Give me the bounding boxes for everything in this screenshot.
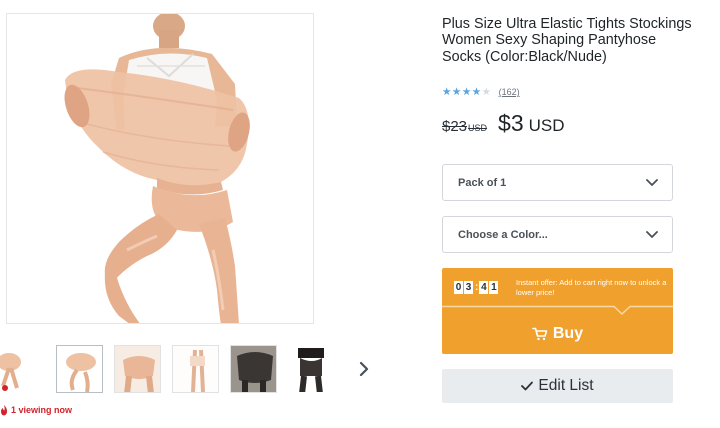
current-price-currency: USD	[528, 116, 565, 135]
thumbnail-6[interactable]	[287, 345, 334, 393]
timer-digit: 0	[454, 281, 463, 294]
current-price: $3	[498, 110, 524, 136]
pack-select[interactable]: Pack of 1	[442, 164, 673, 201]
color-select[interactable]: Choose a Color...	[442, 216, 673, 253]
pack-select-label: Pack of 1	[458, 176, 507, 189]
old-price: $23	[442, 118, 468, 135]
thumbnail-1[interactable]	[0, 345, 25, 393]
buy-button-label: Buy	[552, 325, 584, 342]
product-rating: ★★★★★ ★★★★★ (162)	[442, 85, 520, 99]
chevron-down-icon	[646, 178, 658, 186]
countdown-timer: 0 3 : 4 1	[454, 281, 499, 294]
cart-icon	[532, 327, 548, 341]
timer-digit: 1	[489, 281, 499, 294]
main-product-image[interactable]	[6, 13, 314, 324]
flame-icon	[1, 404, 7, 415]
old-price-currency: USD	[468, 123, 488, 133]
star-rating: ★★★★★ ★★★★★	[442, 86, 492, 98]
edit-list-label: Edit List	[538, 377, 594, 394]
timer-digit: 3	[464, 281, 473, 294]
color-select-label: Choose a Color...	[458, 228, 548, 241]
viewing-now-indicator: 1 viewing now	[0, 403, 72, 417]
price-row: $23 USD $3 USD	[442, 110, 565, 142]
thumbnail-2[interactable]	[56, 345, 103, 393]
thumbnail-5[interactable]	[230, 345, 277, 393]
thumbnail-3[interactable]	[114, 345, 161, 393]
chevron-right-icon[interactable]	[352, 357, 376, 381]
instant-offer-banner: 0 3 : 4 1 Instant offer: Add to cart rig…	[442, 268, 673, 305]
chevron-down-icon	[646, 230, 658, 238]
thumbnail-4[interactable]	[172, 345, 219, 393]
viewing-now-text: 1 viewing now	[11, 405, 73, 415]
buy-button[interactable]: Buy	[442, 316, 673, 352]
instant-offer-box: 0 3 : 4 1 Instant offer: Add to cart rig…	[442, 268, 673, 354]
checkmark-icon	[521, 381, 534, 391]
review-count-link[interactable]: (162)	[499, 87, 520, 97]
thumbnail-strip	[0, 345, 340, 397]
timer-digit: 4	[479, 281, 489, 294]
instant-offer-text: Instant offer: Add to cart right now to …	[516, 278, 667, 297]
product-title: Plus Size Ultra Elastic Tights Stockings…	[442, 16, 692, 65]
timer-separator: :	[475, 282, 479, 293]
edit-list-button[interactable]: Edit List	[442, 369, 673, 403]
